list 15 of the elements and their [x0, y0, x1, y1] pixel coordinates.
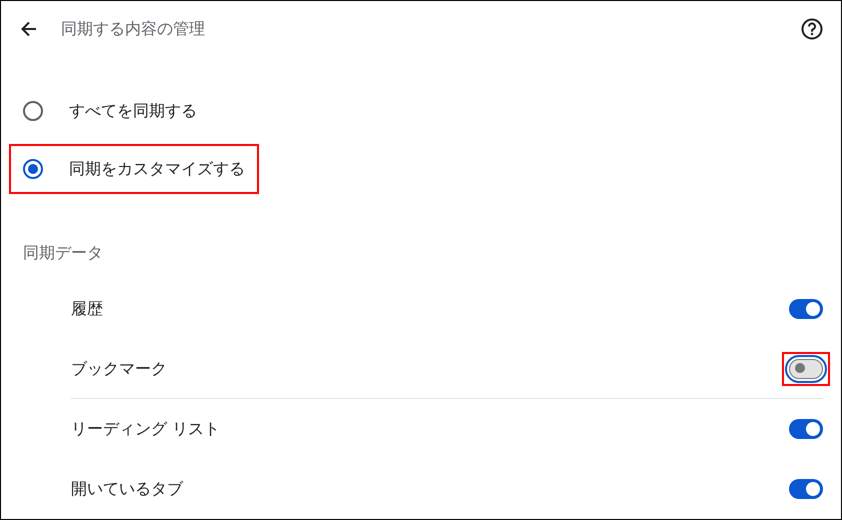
radio-button[interactable] [23, 100, 43, 121]
help-icon[interactable] [801, 18, 823, 40]
setting-label: ブックマーク [71, 358, 167, 380]
setting-label: 履歴 [71, 298, 103, 320]
option-label[interactable]: 同期をカスタマイズする [69, 156, 245, 181]
setting-label: リーディング リスト [71, 418, 220, 440]
page-title: 同期する内容の管理 [61, 18, 205, 40]
toggle-switch[interactable] [789, 419, 823, 439]
setting-label: 開いているタブ [71, 478, 183, 500]
toggle-switch[interactable] [789, 299, 823, 319]
option-label[interactable]: すべてを同期する [69, 98, 197, 123]
radio-button[interactable] [23, 158, 43, 179]
toggle-switch[interactable] [789, 358, 823, 378]
toggle-switch[interactable] [789, 479, 823, 499]
section-heading: 同期データ [22, 242, 104, 264]
